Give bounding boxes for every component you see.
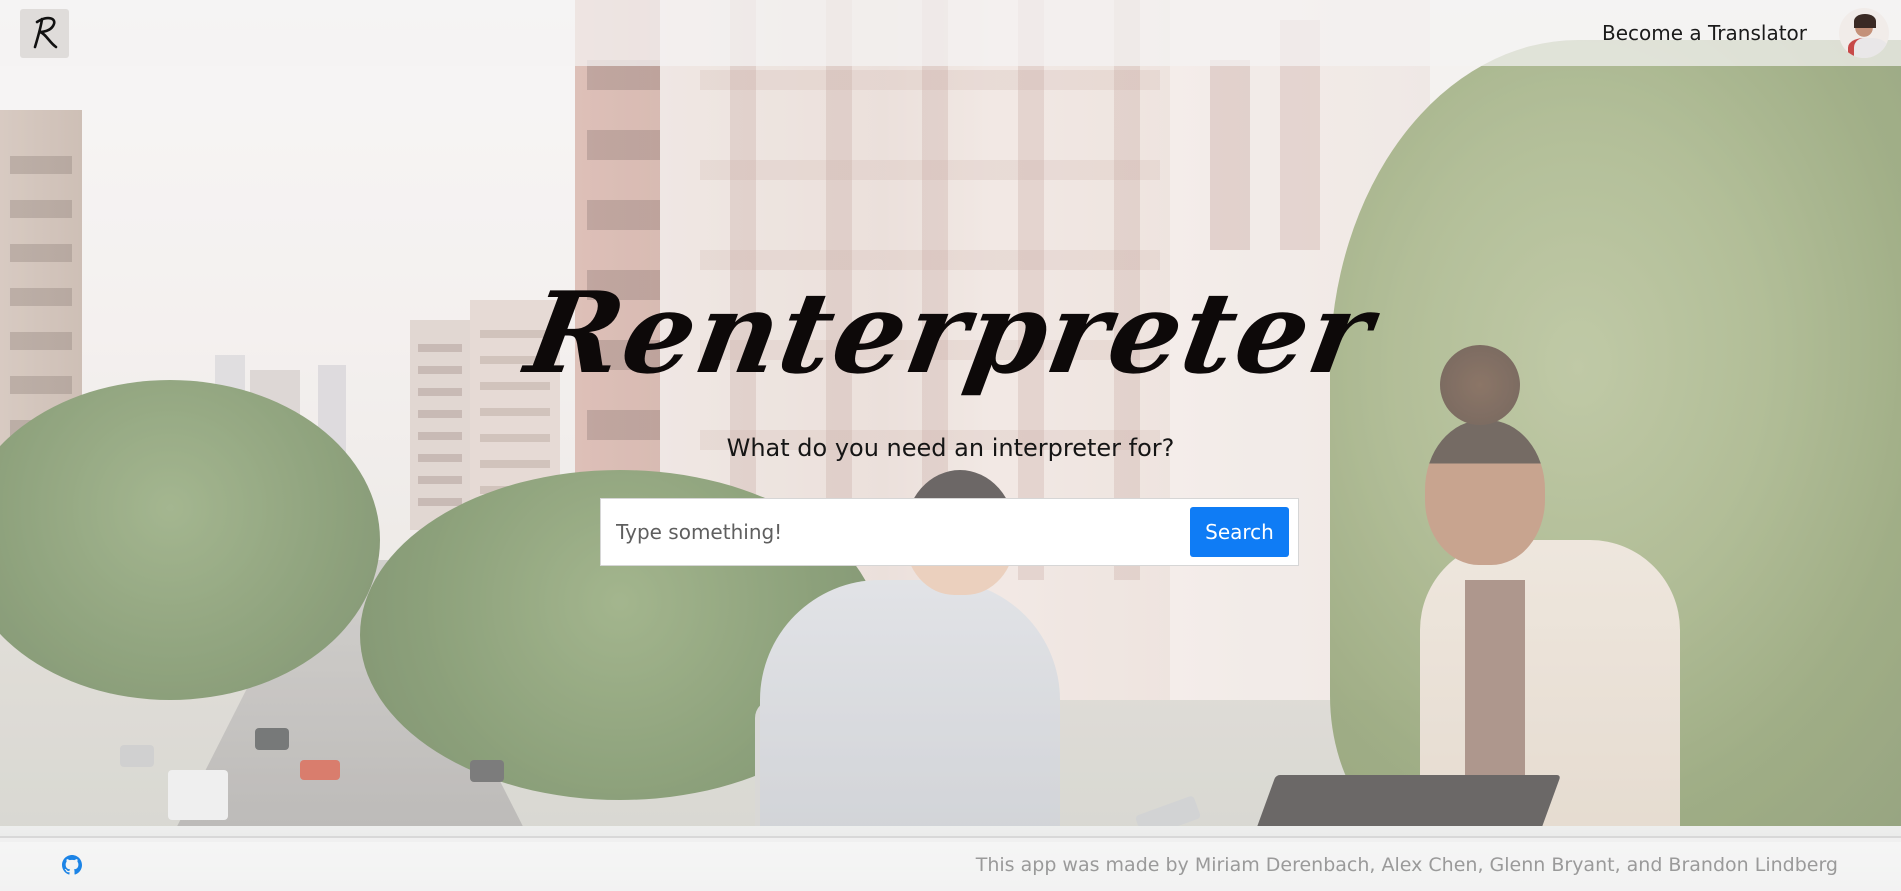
search-input[interactable] — [616, 512, 1190, 552]
logo-r-icon — [33, 16, 57, 49]
footer: This app was made by Miriam Derenbach, A… — [0, 838, 1901, 891]
user-avatar[interactable] — [1839, 8, 1889, 58]
hero-subtitle: What do you need an interpreter for? — [726, 434, 1175, 462]
logo[interactable] — [20, 8, 69, 58]
github-icon[interactable] — [62, 854, 82, 875]
become-translator-link[interactable]: Become a Translator — [1602, 21, 1807, 45]
nav-actions: Become a Translator — [1602, 8, 1889, 58]
credits-text: This app was made by Miriam Derenbach, A… — [975, 853, 1838, 876]
top-navbar: Become a Translator — [0, 0, 1901, 66]
app-title: Renterpreter — [517, 268, 1384, 399]
search-form: Search — [600, 498, 1299, 566]
search-button[interactable]: Search — [1190, 507, 1289, 557]
